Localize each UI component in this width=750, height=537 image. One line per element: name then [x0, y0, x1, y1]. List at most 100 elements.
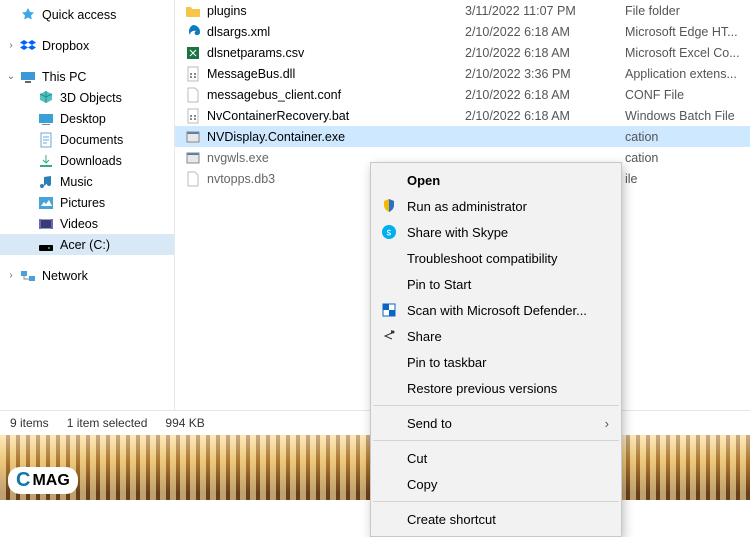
dll-icon: [185, 108, 201, 124]
menu-label: Cut: [407, 451, 427, 466]
nav-label: Acer (C:): [60, 238, 110, 252]
nav-item-acer-c-[interactable]: Acer (C:): [0, 234, 174, 255]
dropbox-icon: [20, 38, 36, 54]
menu-label: Open: [407, 173, 440, 188]
file-icon: [185, 87, 201, 103]
nav-item-quick-access[interactable]: Quick access: [0, 4, 174, 25]
menu-item-restore-previous-versions[interactable]: Restore previous versions: [371, 375, 621, 401]
menu-item-run-as-administrator[interactable]: Run as administrator: [371, 193, 621, 219]
defender-icon: [381, 302, 397, 318]
nav-item-videos[interactable]: Videos: [0, 213, 174, 234]
menu-item-troubleshoot-compatibility[interactable]: Troubleshoot compatibility: [371, 245, 621, 271]
nav-item-music[interactable]: Music: [0, 171, 174, 192]
file-type: CONF File: [625, 88, 750, 102]
menu-separator: [373, 440, 619, 441]
menu-separator: [373, 501, 619, 502]
expander-icon[interactable]: ›: [6, 40, 16, 51]
file-row[interactable]: NvContainerRecovery.bat 2/10/2022 6:18 AM…: [175, 105, 750, 126]
pc-icon: [20, 69, 36, 85]
nav-item-network[interactable]: › Network: [0, 265, 174, 286]
menu-item-open[interactable]: Open: [371, 167, 621, 193]
context-menu: Open Run as administrator Share with Skype…: [370, 162, 622, 537]
menu-item-share[interactable]: Share: [371, 323, 621, 349]
menu-item-copy[interactable]: Copy: [371, 471, 621, 497]
menu-label: Share with Skype: [407, 225, 508, 240]
menu-item-create-shortcut[interactable]: Create shortcut: [371, 506, 621, 532]
expander-icon[interactable]: ⌄: [6, 71, 16, 82]
file-date: 2/10/2022 6:18 AM: [465, 88, 625, 102]
expander-icon[interactable]: ›: [6, 270, 16, 281]
nav-item-3d-objects[interactable]: 3D Objects: [0, 87, 174, 108]
nav-label: Quick access: [42, 8, 116, 22]
share-icon: [381, 328, 397, 344]
chevron-right-icon: ›: [605, 416, 609, 431]
file-type: ile: [625, 172, 750, 186]
net-icon: [20, 268, 36, 284]
status-count: 9 items: [10, 416, 49, 430]
file-row[interactable]: NVDisplay.Container.exe cation: [175, 126, 750, 147]
music-icon: [38, 174, 54, 190]
nav-pane: Quick access › Dropbox ⌄ This PC 3D Objects De…: [0, 0, 175, 410]
file-name: nvtopps.db3: [207, 172, 275, 186]
nav-label: Documents: [60, 133, 123, 147]
file-name: nvgwls.exe: [207, 151, 269, 165]
menu-item-share-with-skype[interactable]: Share with Skype: [371, 219, 621, 245]
menu-label: Pin to Start: [407, 277, 471, 292]
status-selection: 1 item selected: [67, 416, 148, 430]
vid-icon: [38, 216, 54, 232]
nav-item-this-pc[interactable]: ⌄ This PC: [0, 66, 174, 87]
nav-label: Desktop: [60, 112, 106, 126]
dll-icon: [185, 66, 201, 82]
nav-item-dropbox[interactable]: › Dropbox: [0, 35, 174, 56]
file-row[interactable]: messagebus_client.conf 2/10/2022 6:18 AMC…: [175, 84, 750, 105]
file-name: messagebus_client.conf: [207, 88, 341, 102]
nav-label: This PC: [42, 70, 86, 84]
file-type: cation: [625, 151, 750, 165]
shield-icon: [381, 198, 397, 214]
file-name: NvContainerRecovery.bat: [207, 109, 349, 123]
menu-item-send-to[interactable]: Send to›: [371, 410, 621, 436]
file-row[interactable]: plugins3/11/2022 11:07 PMFile folder: [175, 0, 750, 21]
nav-item-downloads[interactable]: Downloads: [0, 150, 174, 171]
nav-label: Videos: [60, 217, 98, 231]
file-row[interactable]: dlsnetparams.csv2/10/2022 6:18 AMMicroso…: [175, 42, 750, 63]
cube-icon: [38, 90, 54, 106]
menu-label: Create shortcut: [407, 512, 496, 527]
menu-item-pin-to-start[interactable]: Pin to Start: [371, 271, 621, 297]
menu-item-cut[interactable]: Cut: [371, 445, 621, 471]
file-type: Windows Batch File: [625, 109, 750, 123]
pic-icon: [38, 195, 54, 211]
nav-label: Dropbox: [42, 39, 89, 53]
menu-label: Pin to taskbar: [407, 355, 487, 370]
nav-item-documents[interactable]: Documents: [0, 129, 174, 150]
file-date: 2/10/2022 6:18 AM: [465, 109, 625, 123]
file-name: MessageBus.dll: [207, 67, 295, 81]
file-name: dlsargs.xml: [207, 25, 270, 39]
file-type: cation: [625, 130, 750, 144]
watermark-logo: CMAG: [8, 467, 78, 494]
exe-icon: [185, 129, 201, 145]
nav-item-desktop[interactable]: Desktop: [0, 108, 174, 129]
edge-icon: [185, 24, 201, 40]
menu-item-pin-to-taskbar[interactable]: Pin to taskbar: [371, 349, 621, 375]
nav-item-pictures[interactable]: Pictures: [0, 192, 174, 213]
nav-label: 3D Objects: [60, 91, 122, 105]
menu-label: Restore previous versions: [407, 381, 557, 396]
menu-item-scan-with-microsoft-defender-[interactable]: Scan with Microsoft Defender...: [371, 297, 621, 323]
exe-icon: [185, 150, 201, 166]
file-date: 2/10/2022 6:18 AM: [465, 25, 625, 39]
nav-label: Network: [42, 269, 88, 283]
status-size: 994 KB: [165, 416, 204, 430]
menu-label: Copy: [407, 477, 437, 492]
file-type: File folder: [625, 4, 750, 18]
file-name: plugins: [207, 4, 247, 18]
file-icon: [185, 171, 201, 187]
file-name: NVDisplay.Container.exe: [207, 130, 345, 144]
file-type: Application extens...: [625, 67, 750, 81]
file-row[interactable]: dlsargs.xml2/10/2022 6:18 AMMicrosoft Ed…: [175, 21, 750, 42]
menu-label: Share: [407, 329, 442, 344]
menu-label: Scan with Microsoft Defender...: [407, 303, 587, 318]
file-type: Microsoft Excel Co...: [625, 46, 750, 60]
excel-icon: [185, 45, 201, 61]
file-row[interactable]: MessageBus.dll2/10/2022 3:36 PMApplicati…: [175, 63, 750, 84]
